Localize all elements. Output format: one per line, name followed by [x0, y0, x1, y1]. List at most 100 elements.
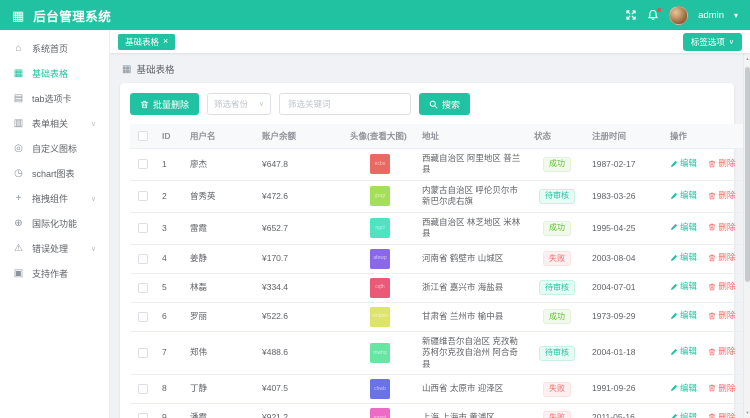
trash-icon: [708, 192, 716, 200]
edit-button[interactable]: 编辑: [670, 158, 697, 169]
notification-bell-icon[interactable]: [647, 9, 659, 21]
delete-button[interactable]: 删除: [708, 346, 735, 357]
edit-button[interactable]: 编辑: [670, 252, 697, 263]
edit-button[interactable]: 编辑: [670, 310, 697, 321]
delete-button[interactable]: 删除: [708, 158, 735, 169]
globe-icon: ⊕: [13, 218, 24, 229]
scrollbar-down-icon[interactable]: ▼: [744, 410, 750, 415]
cell-id: 1: [156, 149, 184, 181]
notification-badge: [657, 8, 661, 12]
fullscreen-icon[interactable]: [625, 9, 637, 21]
edit-button[interactable]: 编辑: [670, 412, 697, 418]
row-checkbox[interactable]: [138, 283, 148, 293]
user-name[interactable]: admin: [698, 10, 724, 21]
edit-button[interactable]: 编辑: [670, 190, 697, 201]
menu-grid-icon[interactable]: ▦: [12, 9, 24, 22]
cell-address: 新疆维吾尔自治区 克孜勒苏柯尔克孜自治州 阿合奇县: [416, 331, 528, 374]
sidebar-item-home[interactable]: ⌂ 系统首页: [0, 36, 109, 61]
batch-delete-button[interactable]: 批量删除: [130, 93, 199, 115]
sidebar-item-tabs[interactable]: ▤ tab选项卡: [0, 86, 109, 111]
trash-icon: [140, 100, 149, 109]
sidebar-item-schart[interactable]: ◷ schart图表: [0, 161, 109, 186]
breadcrumb: ▦ 基础表格: [122, 62, 734, 76]
pencil-icon: [670, 160, 678, 168]
sidebar-item-custom-icons[interactable]: ◎ 自定义图标: [0, 136, 109, 161]
scrollbar[interactable]: ▲ ▼: [743, 53, 750, 418]
row-checkbox[interactable]: [138, 254, 148, 264]
column-balance: 账户余额: [256, 124, 344, 149]
cell-address: 河南省 鹤壁市 山城区: [416, 244, 528, 273]
delete-button[interactable]: 删除: [708, 190, 735, 201]
user-menu-chevron-icon[interactable]: ▾: [734, 11, 738, 20]
avatar-thumbnail[interactable]: chwb: [370, 379, 390, 399]
avatar-thumbnail[interactable]: mwhq: [370, 343, 390, 363]
table-card: 批量删除 筛选省份 ∨ 搜索: [120, 83, 734, 418]
cell-id: 7: [156, 331, 184, 374]
tag-options-button[interactable]: 标签选项 ∨: [683, 33, 742, 51]
trash-icon: [708, 312, 716, 320]
circle-icon: ◎: [13, 143, 24, 154]
row-checkbox[interactable]: [138, 159, 148, 169]
edit-button[interactable]: 编辑: [670, 281, 697, 292]
scrollbar-thumb[interactable]: [745, 67, 750, 282]
cell-username: 丁静: [184, 375, 256, 404]
tab-close-icon[interactable]: ×: [163, 37, 168, 46]
cell-id: 8: [156, 375, 184, 404]
edit-button[interactable]: 编辑: [670, 222, 697, 233]
table-row: 8 丁静 ¥407.5 chwb 山西省 太原市 迎泽区 失败 1991-09-…: [130, 375, 746, 404]
avatar-thumbnail[interactable]: afewp: [370, 249, 390, 269]
cell-date: 1983-03-26: [586, 180, 664, 212]
delete-button[interactable]: 删除: [708, 222, 735, 233]
form-icon: ▥: [13, 118, 24, 129]
select-all-checkbox[interactable]: [138, 131, 148, 141]
cell-id: 3: [156, 212, 184, 244]
sidebar-item-forms[interactable]: ▥ 表单相关 ∨: [0, 111, 109, 136]
pencil-icon: [670, 192, 678, 200]
pencil-icon: [670, 312, 678, 320]
row-checkbox[interactable]: [138, 312, 148, 322]
avatar-thumbnail[interactable]: cqfh: [370, 278, 390, 298]
trash-icon: [708, 160, 716, 168]
avatar-thumbnail[interactable]: mpqd: [370, 408, 390, 418]
cell-address: 山西省 太原市 迎泽区: [416, 375, 528, 404]
avatar-thumbnail[interactable]: gwgr: [370, 186, 390, 206]
keyword-input[interactable]: [279, 93, 411, 115]
delete-button[interactable]: 删除: [708, 412, 735, 418]
province-select[interactable]: 筛选省份 ∨: [207, 93, 271, 115]
sidebar-item-support-author[interactable]: ▣ 支持作者: [0, 261, 109, 286]
tab-basic-table[interactable]: 基础表格 ×: [118, 34, 175, 50]
table-toolbar: 批量删除 筛选省份 ∨ 搜索: [130, 93, 724, 115]
avatar-thumbnail[interactable]: xmjdsn: [370, 307, 390, 327]
row-checkbox[interactable]: [138, 348, 148, 358]
avatar-thumbnail[interactable]: ecbx: [370, 154, 390, 174]
search-icon: [429, 100, 438, 109]
tab-bar: 基础表格 × 标签选项 ∨: [110, 30, 750, 53]
sidebar-item-basic-table[interactable]: ▦ 基础表格: [0, 61, 109, 86]
search-button[interactable]: 搜索: [419, 93, 470, 115]
user-avatar[interactable]: [669, 6, 688, 25]
sidebar-item-drag[interactable]: + 拖拽组件 ∨: [0, 186, 109, 211]
cell-balance: ¥488.6: [256, 331, 344, 374]
row-checkbox[interactable]: [138, 191, 148, 201]
sidebar-item-errors[interactable]: ⚠ 错误处理 ∨: [0, 236, 109, 261]
row-checkbox[interactable]: [138, 223, 148, 233]
cell-address: 内蒙古自治区 呼伦贝尔市 新巴尔虎右旗: [416, 180, 528, 212]
delete-button[interactable]: 删除: [708, 252, 735, 263]
edit-button[interactable]: 编辑: [670, 346, 697, 357]
row-checkbox[interactable]: [138, 413, 148, 418]
column-avatar: 头像(查看大图): [344, 124, 416, 149]
edit-button[interactable]: 编辑: [670, 383, 697, 394]
move-icon: +: [13, 193, 24, 204]
delete-button[interactable]: 删除: [708, 281, 735, 292]
avatar-thumbnail[interactable]: ngcl: [370, 218, 390, 238]
cell-id: 2: [156, 180, 184, 212]
row-checkbox[interactable]: [138, 384, 148, 394]
scrollbar-up-icon[interactable]: ▲: [744, 56, 750, 61]
delete-button[interactable]: 删除: [708, 310, 735, 321]
pencil-icon: [670, 348, 678, 356]
sidebar-item-i18n[interactable]: ⊕ 国际化功能: [0, 211, 109, 236]
cell-address: 西藏自治区 阿里地区 普兰县: [416, 149, 528, 181]
cell-username: 曾秀英: [184, 180, 256, 212]
delete-button[interactable]: 删除: [708, 383, 735, 394]
table-header-row: ID 用户名 账户余额 头像(查看大图) 地址 状态 注册时间 操作: [130, 124, 746, 149]
